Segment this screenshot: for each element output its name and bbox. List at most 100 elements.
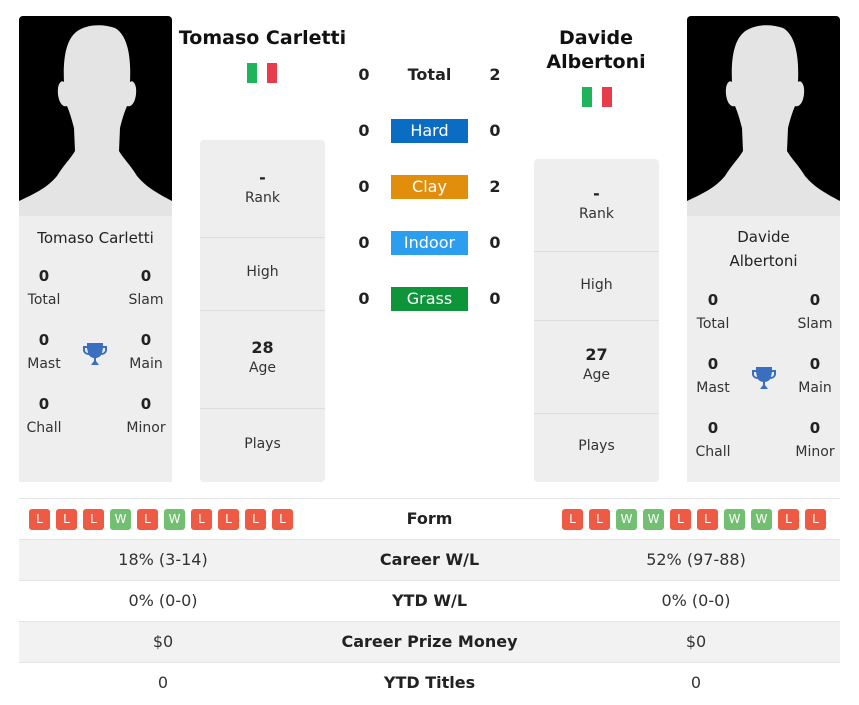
player1-ytd-wl: 0% (0-0) xyxy=(128,591,198,610)
age-value: 27 xyxy=(585,345,608,364)
h2h-p1-value: 0 xyxy=(358,233,370,252)
form-badge-loss[interactable]: L xyxy=(191,509,212,530)
player2-name-line2: Albertoni xyxy=(546,51,646,73)
form-badge-loss[interactable]: L xyxy=(245,509,266,530)
h2h-p1-value: 0 xyxy=(358,289,370,308)
ytd-titles-label: YTD Titles xyxy=(383,673,476,692)
player2-titles-slam: 0 Slam xyxy=(785,290,845,334)
player1-titles-minor: 0 Minor xyxy=(116,394,176,438)
player1-high: High xyxy=(200,238,325,311)
player2-flag-icon xyxy=(582,87,612,107)
h2h-p2-value: 0 xyxy=(489,121,501,140)
player1-photo xyxy=(19,16,172,216)
player2-plays: Plays xyxy=(534,414,659,482)
silhouette-icon xyxy=(19,25,172,216)
titles-total-value: 0 xyxy=(38,267,50,285)
table-row-form: LLLWLWLLLL Form LLWWLLWWLL xyxy=(19,498,840,539)
form-badge-win[interactable]: W xyxy=(643,509,664,530)
form-badge-loss[interactable]: L xyxy=(272,509,293,530)
career-wl-label: Career W/L xyxy=(379,550,480,569)
titles-chall-value: 0 xyxy=(38,395,50,413)
form-badge-loss[interactable]: L xyxy=(218,509,239,530)
plays-label: Plays xyxy=(244,436,281,452)
player1-header-name[interactable]: Tomaso Carletti xyxy=(170,26,355,50)
titles-mast-label: Mast xyxy=(27,356,61,372)
rank-value: - xyxy=(593,184,600,203)
form-badge-loss[interactable]: L xyxy=(670,509,691,530)
player1-flag-icon xyxy=(247,63,277,83)
player2-header-name[interactable]: Davide Albertoni xyxy=(520,26,672,74)
h2h-row-grass: 0 Grass 0 xyxy=(345,287,515,311)
form-badge-win[interactable]: W xyxy=(110,509,131,530)
titles-slam-value: 0 xyxy=(140,267,152,285)
rank-label: Rank xyxy=(579,206,614,222)
titles-slam-label: Slam xyxy=(797,316,833,332)
player2-photo xyxy=(687,16,840,216)
form-badge-loss[interactable]: L xyxy=(56,509,77,530)
form-badge-win[interactable]: W xyxy=(616,509,637,530)
table-row-prize-money: $0 Career Prize Money $0 xyxy=(19,621,840,662)
surface-badge-hard: Hard xyxy=(391,119,468,143)
h2h-p2-value: 2 xyxy=(489,65,501,84)
titles-total-label: Total xyxy=(27,292,61,308)
prize-money-label: Career Prize Money xyxy=(341,632,518,651)
player1-titles-slam: 0 Slam xyxy=(116,266,176,310)
player2-card-name-line1: Davide xyxy=(737,228,790,246)
titles-chall-label: Chall xyxy=(26,420,62,436)
h2h-row-total: 0 Total 2 xyxy=(345,63,515,87)
player2-form-badges: LLWWLLWWLL xyxy=(562,509,826,530)
player2-high: High xyxy=(534,252,659,321)
player2-card: Davide Albertoni 0 Total 0 Slam 0 Mast 0… xyxy=(687,216,840,482)
titles-mast-label: Mast xyxy=(696,380,730,396)
titles-slam-value: 0 xyxy=(809,291,821,309)
form-badge-loss[interactable]: L xyxy=(697,509,718,530)
h2h-p2-value: 0 xyxy=(489,289,501,308)
form-badge-loss[interactable]: L xyxy=(778,509,799,530)
player2-ytd-titles: 0 xyxy=(690,673,702,692)
form-badge-win[interactable]: W xyxy=(724,509,745,530)
player2-card-name-line2: Albertoni xyxy=(729,252,798,270)
player1-plays: Plays xyxy=(200,409,325,482)
player2-prize-money: $0 xyxy=(685,632,707,651)
form-badge-loss[interactable]: L xyxy=(805,509,826,530)
titles-minor-label: Minor xyxy=(795,444,835,460)
player2-career-wl: 52% (97-88) xyxy=(646,550,746,569)
surface-badge-grass: Grass xyxy=(391,287,468,311)
h2h-label: Total xyxy=(407,65,452,84)
high-label: High xyxy=(246,264,279,280)
titles-mast-value: 0 xyxy=(38,331,50,349)
form-badge-loss[interactable]: L xyxy=(137,509,158,530)
player1-ytd-titles: 0 xyxy=(157,673,169,692)
titles-main-value: 0 xyxy=(809,355,821,373)
form-badge-win[interactable]: W xyxy=(164,509,185,530)
player1-titles-main: 0 Main xyxy=(116,330,176,374)
rank-value: - xyxy=(259,168,266,187)
player2-rank: - Rank xyxy=(534,159,659,252)
form-badge-win[interactable]: W xyxy=(751,509,772,530)
titles-main-label: Main xyxy=(798,380,832,396)
titles-main-label: Main xyxy=(129,356,163,372)
titles-total-label: Total xyxy=(696,316,730,332)
player2-age: 27 Age xyxy=(534,321,659,414)
form-badge-loss[interactable]: L xyxy=(29,509,50,530)
player1-titles-chall: 0 Chall xyxy=(14,394,74,438)
player1-rank: - Rank xyxy=(200,140,325,238)
form-badge-loss[interactable]: L xyxy=(589,509,610,530)
silhouette-icon xyxy=(687,25,840,216)
form-label: Form xyxy=(406,509,453,528)
h2h-row-clay: 0 Clay 2 xyxy=(345,175,515,199)
titles-mast-value: 0 xyxy=(707,355,719,373)
titles-minor-value: 0 xyxy=(809,419,821,437)
player2-ytd-wl: 0% (0-0) xyxy=(661,591,731,610)
player1-form-badges: LLLWLWLLLL xyxy=(29,509,293,530)
surface-badge-clay: Clay xyxy=(391,175,468,199)
form-badge-loss[interactable]: L xyxy=(83,509,104,530)
titles-slam-label: Slam xyxy=(128,292,164,308)
h2h-p1-value: 0 xyxy=(358,177,370,196)
form-badge-loss[interactable]: L xyxy=(562,509,583,530)
titles-minor-value: 0 xyxy=(140,395,152,413)
h2h-p2-value: 0 xyxy=(489,233,501,252)
table-row-ytd-wl: 0% (0-0) YTD W/L 0% (0-0) xyxy=(19,580,840,621)
player2-titles-mast: 0 Mast xyxy=(683,354,743,398)
player2-card-name: Davide Albertoni xyxy=(687,225,840,273)
